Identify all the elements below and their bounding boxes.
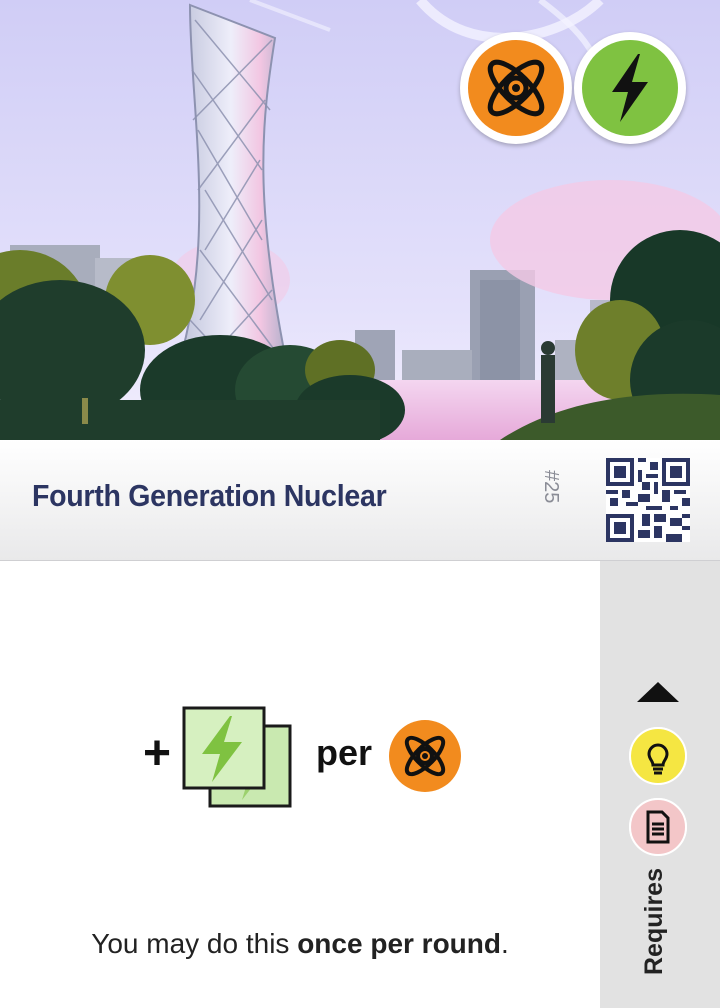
per-label: per bbox=[316, 732, 373, 773]
card: Fourth Generation Nuclear #25 + per You … bbox=[0, 0, 720, 1008]
card-number: #25 bbox=[540, 470, 562, 504]
lightbulb-icon bbox=[629, 727, 687, 785]
card-title: Fourth Generation Nuclear bbox=[32, 478, 387, 513]
plus-sign: + bbox=[143, 727, 172, 780]
effect-note: You may do this once per round. bbox=[91, 928, 509, 959]
lightning-icon bbox=[612, 54, 648, 122]
atom-icon bbox=[389, 720, 461, 792]
up-triangle-icon bbox=[637, 682, 679, 702]
document-icon bbox=[629, 798, 687, 856]
qr-code bbox=[606, 458, 690, 542]
lightbulb-requirement bbox=[629, 727, 687, 785]
lightning-tile-stack-icon bbox=[182, 706, 292, 808]
requires-label: Requires bbox=[640, 868, 668, 975]
lightning-badge bbox=[574, 32, 686, 144]
atom-icon bbox=[487, 59, 545, 117]
atom-badge bbox=[460, 32, 572, 144]
document-requirement bbox=[629, 798, 687, 856]
